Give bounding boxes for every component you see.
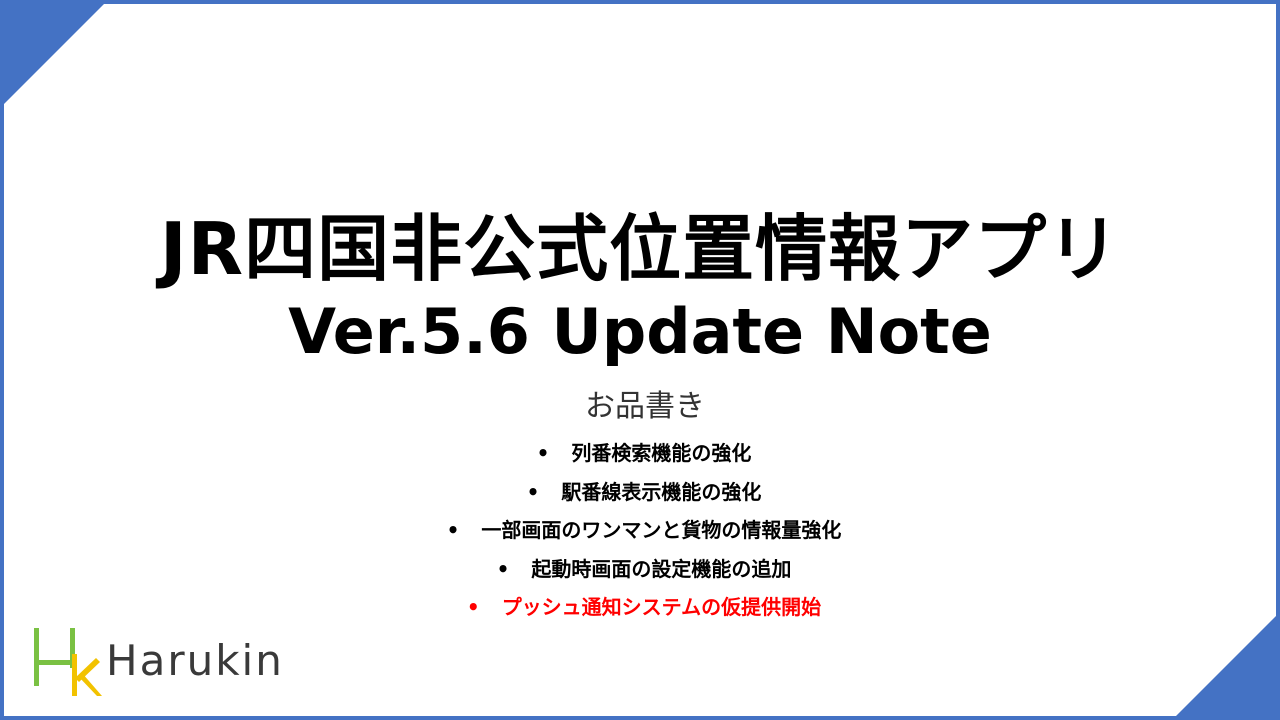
update-item-text: 起動時画面の設定機能の追加 bbox=[531, 556, 792, 581]
update-item-text: プッシュ通知システムの仮提供開始 bbox=[501, 595, 822, 619]
update-item-highlighted: • プッシュ通知システムの仮提供開始 bbox=[4, 588, 1276, 627]
corner-triangle-top-left bbox=[4, 4, 104, 104]
update-item: • 一部画面のワンマンと貨物の情報量強化 bbox=[4, 511, 1276, 550]
hk-logo-icon bbox=[34, 628, 102, 696]
corner-triangle-bottom-right bbox=[1176, 616, 1276, 716]
slide: JR四国非公式位置情報アプリ Ver.5.6 Update Note お品書き … bbox=[0, 0, 1280, 720]
bullet-icon: • bbox=[446, 518, 460, 542]
logo-wordmark: Harukin bbox=[106, 636, 284, 685]
bullet-icon: • bbox=[536, 441, 550, 465]
bullet-icon: • bbox=[526, 479, 540, 504]
update-item: • 駅番線表示機能の強化 bbox=[4, 473, 1276, 512]
update-item: • 起動時画面の設定機能の追加 bbox=[4, 550, 1276, 589]
bullet-icon: • bbox=[466, 595, 480, 619]
title-version: Ver.5.6 Update Note bbox=[288, 295, 992, 368]
bullet-icon: • bbox=[496, 556, 510, 581]
update-item-list: • 列番検索機能の強化 • 駅番線表示機能の強化 • 一部画面のワンマンと貨物の情報量… bbox=[4, 434, 1276, 627]
harukin-logo: Harukin bbox=[32, 624, 302, 704]
update-item-text: 駅番線表示機能の強化 bbox=[561, 479, 762, 504]
title-main: JR四国非公式位置情報アプリ bbox=[159, 207, 1121, 291]
update-item-text: 列番検索機能の強化 bbox=[571, 441, 752, 465]
subtitle-menu: お品書き bbox=[585, 389, 705, 424]
update-item-text: 一部画面のワンマンと貨物の情報量強化 bbox=[481, 518, 842, 542]
update-item: • 列番検索機能の強化 bbox=[4, 434, 1276, 473]
